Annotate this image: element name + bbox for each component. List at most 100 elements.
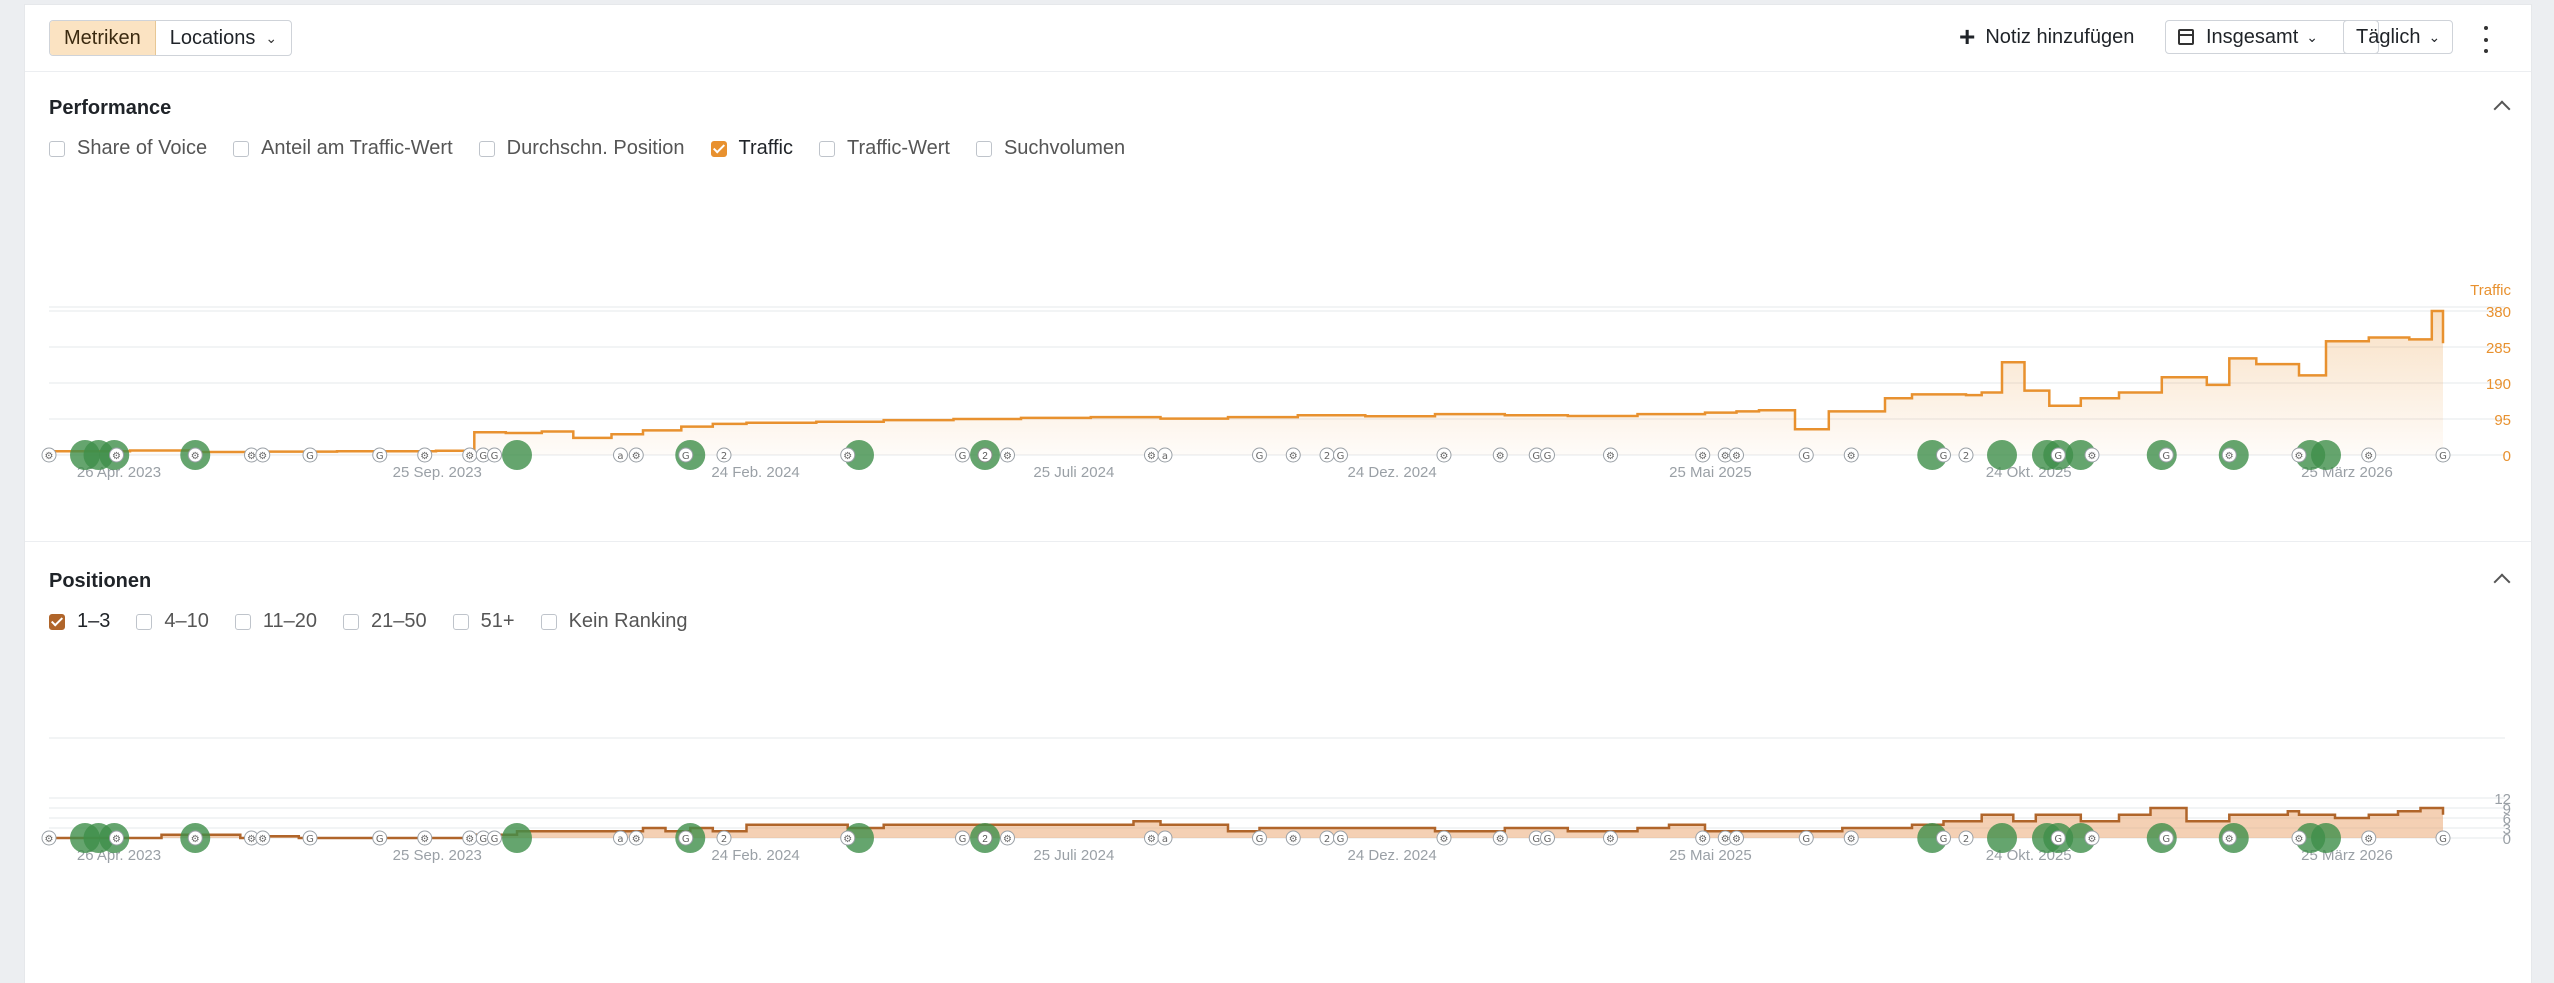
checkbox-label: 4–10 bbox=[164, 610, 209, 632]
performance-section: Performance Share of Voice Anteil am Traf… bbox=[25, 71, 2531, 541]
positions-title: Positionen bbox=[49, 570, 152, 592]
bucket-checkbox-0[interactable]: 1–3 bbox=[49, 610, 110, 633]
checkbox-box[interactable] bbox=[343, 613, 360, 630]
view-metrics-button[interactable]: Metriken bbox=[50, 21, 156, 55]
event-icon-label: ⚙ bbox=[2225, 451, 2234, 462]
event-icon-label: G bbox=[959, 834, 967, 845]
checkbox-box[interactable] bbox=[540, 613, 557, 630]
event-icon-label: ⚙ bbox=[1003, 834, 1012, 845]
performance-metric-checkboxes: Share of Voice Anteil am Traffic-Wert Durc… bbox=[49, 137, 1151, 160]
event-icon-label: ⚙ bbox=[1698, 834, 1707, 845]
checkbox-box[interactable] bbox=[136, 613, 153, 630]
collapse-chevron-up-icon[interactable] bbox=[2493, 97, 2511, 115]
metric-checkbox-4[interactable]: Traffic-Wert bbox=[818, 137, 950, 160]
event-icon-label: G bbox=[2439, 451, 2447, 462]
event-icon-label: G bbox=[1256, 451, 1264, 462]
y-tick-label: 285 bbox=[2486, 340, 2511, 357]
checkbox-box[interactable] bbox=[818, 140, 835, 157]
x-tick-label: 24 Dez. 2024 bbox=[1348, 464, 1437, 481]
event-icon-label: 2 bbox=[982, 451, 988, 462]
event-icon-label: ⚙ bbox=[632, 834, 641, 845]
checkbox-label: Traffic bbox=[738, 137, 793, 159]
event-icon-label: G bbox=[2054, 451, 2062, 462]
event-icon-label: G bbox=[1802, 834, 1810, 845]
y-tick-label: 95 bbox=[2494, 412, 2511, 429]
checkbox-label: 21–50 bbox=[371, 610, 427, 632]
positions-section: Positionen 1–3 4–10 11–20 21–50 51+ Kein Rank… bbox=[25, 542, 2531, 983]
date-range-label: Insgesamt bbox=[2206, 25, 2299, 48]
toolbar: Metriken Locations ⌄ + Notiz hinzufügen I… bbox=[25, 5, 2531, 72]
add-note-button[interactable]: + Notiz hinzufügen bbox=[1959, 20, 2134, 54]
bucket-checkbox-3[interactable]: 21–50 bbox=[343, 610, 427, 633]
bucket-checkbox-1[interactable]: 4–10 bbox=[136, 610, 209, 633]
google-update-marker bbox=[2311, 823, 2341, 853]
google-update-marker bbox=[2311, 440, 2341, 470]
x-tick-label: 25 Sep. 2023 bbox=[393, 847, 482, 864]
view-locations-dropdown[interactable]: Locations ⌄ bbox=[156, 21, 291, 55]
x-tick-label: 25 Mai 2025 bbox=[1669, 847, 1752, 864]
event-icon-label: ⚙ bbox=[1721, 834, 1730, 845]
google-update-marker bbox=[502, 823, 532, 853]
bucket-checkbox-5[interactable]: Kein Ranking bbox=[540, 610, 688, 633]
event-icon-label: ⚙ bbox=[1496, 451, 1505, 462]
checkbox-box[interactable] bbox=[234, 613, 251, 630]
collapse-chevron-up-icon[interactable] bbox=[2493, 570, 2511, 588]
event-icon-label: ⚙ bbox=[1606, 834, 1615, 845]
x-tick-label: 24 Feb. 2024 bbox=[711, 464, 799, 481]
plus-icon: + bbox=[1959, 21, 1976, 52]
event-icon-label: G bbox=[491, 451, 499, 462]
performance-title: Performance bbox=[49, 97, 172, 119]
bucket-checkbox-2[interactable]: 11–20 bbox=[234, 610, 317, 633]
checkbox-box[interactable] bbox=[49, 140, 65, 157]
event-icon-label: ⚙ bbox=[420, 451, 429, 462]
more-options-icon[interactable] bbox=[2481, 23, 2491, 53]
event-icon-label: ⚙ bbox=[2364, 451, 2373, 462]
bucket-checkbox-4[interactable]: 51+ bbox=[452, 610, 515, 633]
checkbox-label: Suchvolumen bbox=[1003, 137, 1126, 159]
calendar-icon bbox=[2178, 29, 2194, 45]
event-icon-label: G bbox=[1544, 834, 1552, 845]
checkbox-box[interactable] bbox=[975, 140, 992, 157]
event-icon-label: G bbox=[1256, 834, 1264, 845]
event-icon-label: ⚙ bbox=[112, 834, 121, 845]
checkbox-box[interactable] bbox=[233, 140, 250, 157]
event-icon-label: a bbox=[1162, 451, 1168, 462]
metric-checkbox-1[interactable]: Anteil am Traffic-Wert bbox=[233, 137, 453, 160]
event-icon-label: G bbox=[1940, 834, 1948, 845]
checkbox-box[interactable] bbox=[452, 613, 469, 630]
x-tick-label: 24 Feb. 2024 bbox=[711, 847, 799, 864]
metric-checkbox-5[interactable]: Suchvolumen bbox=[975, 137, 1126, 160]
event-icon-label: a bbox=[617, 834, 623, 845]
event-icon-label: ⚙ bbox=[1147, 834, 1156, 845]
google-update-marker bbox=[1987, 823, 2017, 853]
event-icon-label: ⚙ bbox=[632, 451, 641, 462]
x-tick-label: 25 Sep. 2023 bbox=[393, 464, 482, 481]
event-icon-label: G bbox=[1940, 451, 1948, 462]
event-icon-label: G bbox=[376, 451, 384, 462]
event-icon-label: ⚙ bbox=[1496, 834, 1505, 845]
metric-checkbox-0[interactable]: Share of Voice bbox=[49, 137, 207, 160]
event-icon-label: G bbox=[1337, 451, 1345, 462]
event-icon-label: G bbox=[2162, 451, 2170, 462]
checkbox-label: Traffic-Wert bbox=[846, 137, 950, 159]
checkbox-label: Share of Voice bbox=[77, 137, 208, 159]
checkbox-box[interactable] bbox=[478, 140, 495, 157]
interval-dropdown[interactable]: Täglich ⌄ bbox=[2343, 20, 2453, 54]
event-icon-label: a bbox=[617, 451, 623, 462]
event-icon-label: ⚙ bbox=[191, 451, 200, 462]
metric-checkbox-3[interactable]: Traffic bbox=[710, 137, 793, 160]
metric-checkbox-2[interactable]: Durchschn. Position bbox=[478, 137, 685, 160]
y-tick-label: 190 bbox=[2486, 376, 2511, 393]
event-icon-label: ⚙ bbox=[465, 834, 474, 845]
event-icon-label: ⚙ bbox=[1289, 834, 1298, 845]
checkbox-box[interactable] bbox=[710, 140, 727, 157]
checkbox-box[interactable] bbox=[49, 613, 65, 630]
event-icon-label: ⚙ bbox=[45, 451, 54, 462]
event-icon-label: ⚙ bbox=[258, 451, 267, 462]
event-icon-label: ⚙ bbox=[2225, 834, 2234, 845]
event-icon-label: G bbox=[306, 451, 314, 462]
event-icon-label: G bbox=[479, 834, 487, 845]
event-icon-label: ⚙ bbox=[465, 451, 474, 462]
event-icon-label: G bbox=[2162, 834, 2170, 845]
checkbox-label: Durchschn. Position bbox=[506, 137, 685, 159]
